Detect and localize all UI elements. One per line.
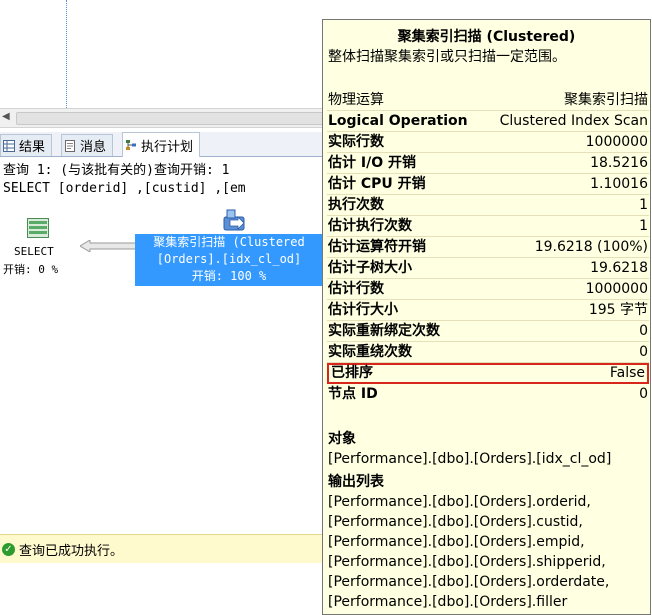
scrollbar-thumb[interactable] <box>16 112 324 125</box>
lower-panel <box>0 563 322 615</box>
property-key: 估计行数 <box>328 281 384 297</box>
scan-node-object: [Orders].[idx_cl_od] <box>156 252 302 266</box>
property-row: 执行次数 1 <box>327 195 649 216</box>
property-row: 估计行数 1000000 <box>327 279 649 300</box>
output-column: [Performance].[dbo].[Orders].shipperid, <box>328 554 606 570</box>
property-value: 1000000 <box>585 281 648 297</box>
results-tabbar: 结果 消息 执行计划 <box>0 132 322 157</box>
property-row: 实际行数 1000000 <box>327 132 649 153</box>
execution-plan-icon <box>126 140 136 150</box>
tab-messages[interactable]: 消息 <box>61 134 114 156</box>
property-key: 实际重新绑定次数 <box>328 323 440 339</box>
property-key: 物理运算 <box>328 92 384 108</box>
tab-messages-label: 消息 <box>80 140 107 155</box>
select-operator-label: SELECT <box>14 245 54 258</box>
property-key: 估计执行次数 <box>328 218 412 234</box>
output-column: [Performance].[dbo].[Orders].custid, <box>328 514 583 530</box>
property-row: 节点 ID 0 <box>327 384 649 405</box>
tab-execution-plan-label: 执行计划 <box>141 139 194 155</box>
property-value: 19.6218 (100%) <box>534 239 648 255</box>
property-key: 估计 I/O 开销 <box>328 155 416 171</box>
property-value: 1.10016 <box>590 176 648 192</box>
tooltip-description: 整体扫描聚集索引或只扫描一定范围。 <box>328 49 566 65</box>
horizontal-scrollbar[interactable]: ◀ <box>0 108 324 128</box>
property-key: 已排序 <box>331 365 373 381</box>
property-value: 0 <box>639 323 648 339</box>
scan-node-title: 聚集索引扫描 (Clustered <box>153 235 305 249</box>
property-value: 195 字节 <box>588 302 648 318</box>
editor-margin-line <box>66 0 67 108</box>
property-row: 估计 I/O 开销 18.5216 <box>327 153 649 174</box>
clustered-index-scan-icon[interactable] <box>222 208 248 232</box>
tooltip-title: 聚集索引扫描 (Clustered) <box>397 29 576 45</box>
data-flow-arrow-icon <box>80 240 136 252</box>
property-row: 估计运算符开销 19.6218 (100%) <box>327 237 649 258</box>
output-column: [Performance].[dbo].[Orders].empid, <box>328 534 585 550</box>
property-row: 物理运算 聚集索引扫描 <box>327 90 649 111</box>
property-value: 19.6218 <box>590 260 648 276</box>
output-column: [Performance].[dbo].[Orders].filler <box>328 594 568 610</box>
output-column: [Performance].[dbo].[Orders].orderdate, <box>328 574 610 590</box>
property-value: 聚集索引扫描 <box>564 92 648 108</box>
property-value: False <box>609 365 645 381</box>
select-operator-icon[interactable] <box>27 218 49 238</box>
property-key: 节点 ID <box>328 386 378 402</box>
object-heading: 对象 <box>328 431 356 447</box>
property-row: 估计执行次数 1 <box>327 216 649 237</box>
query-editor[interactable] <box>0 0 322 110</box>
property-value: 1000000 <box>585 134 648 150</box>
property-value: 1 <box>639 197 648 213</box>
operator-tooltip: 聚集索引扫描 (Clustered) 整体扫描聚集索引或只扫描一定范围。 物理运… <box>322 19 651 615</box>
property-value: 0 <box>639 386 648 402</box>
property-key: 估计子树大小 <box>328 260 412 276</box>
property-value: 1 <box>639 218 648 234</box>
property-key: 估计行大小 <box>328 302 398 318</box>
property-value: Clustered Index Scan <box>499 113 648 129</box>
grid-icon <box>3 139 15 152</box>
property-row-sorted-highlighted: 已排序 False <box>327 363 649 384</box>
status-bar: ✓ 查询已成功执行。 <box>0 534 322 563</box>
property-value: 18.5216 <box>590 155 648 171</box>
success-check-icon: ✓ <box>2 542 15 556</box>
property-row: 估计子树大小 19.6218 <box>327 258 649 279</box>
output-list: [Performance].[dbo].[Orders].orderid, [P… <box>328 492 648 612</box>
property-key: 实际行数 <box>328 134 384 150</box>
property-key: 估计运算符开销 <box>328 239 426 255</box>
scroll-left-arrow-icon[interactable]: ◀ <box>2 111 10 122</box>
property-value: 0 <box>639 344 648 360</box>
status-text: 查询已成功执行。 <box>19 543 124 559</box>
property-row: 实际重绕次数 0 <box>327 342 649 363</box>
property-row: 估计行大小 195 字节 <box>327 300 649 321</box>
property-key: 估计 CPU 开销 <box>328 176 426 192</box>
property-key: 执行次数 <box>328 197 384 213</box>
query-cost-header: 查询 1: (与该批有关的)查询开销: 1 <box>3 163 230 178</box>
object-value: [Performance].[dbo].[Orders].[idx_cl_od] <box>328 451 612 467</box>
tooltip-properties: 物理运算 聚集索引扫描 Logical Operation Clustered In… <box>327 90 649 405</box>
tab-results[interactable]: 结果 <box>0 134 53 156</box>
clustered-index-scan-node[interactable]: 聚集索引扫描 (Clustered [Orders].[idx_cl_od] 开… <box>135 234 323 286</box>
message-icon <box>65 139 75 152</box>
output-column: [Performance].[dbo].[Orders].orderid, <box>328 494 591 510</box>
scan-node-cost: 开销: 100 % <box>191 269 267 283</box>
tab-execution-plan[interactable]: 执行计划 <box>122 132 201 157</box>
property-row: 实际重新绑定次数 0 <box>327 321 649 342</box>
select-operator-cost: 开销: 0 % <box>3 263 59 276</box>
tab-results-label: 结果 <box>19 140 46 155</box>
property-key: Logical Operation <box>328 113 468 129</box>
query-sql-text: SELECT [orderid] ,[custid] ,[em <box>3 181 246 196</box>
property-row: 估计 CPU 开销 1.10016 <box>327 174 649 195</box>
property-key: 实际重绕次数 <box>328 344 412 360</box>
output-list-heading: 输出列表 <box>328 474 384 490</box>
property-row: Logical Operation Clustered Index Scan <box>327 111 649 132</box>
